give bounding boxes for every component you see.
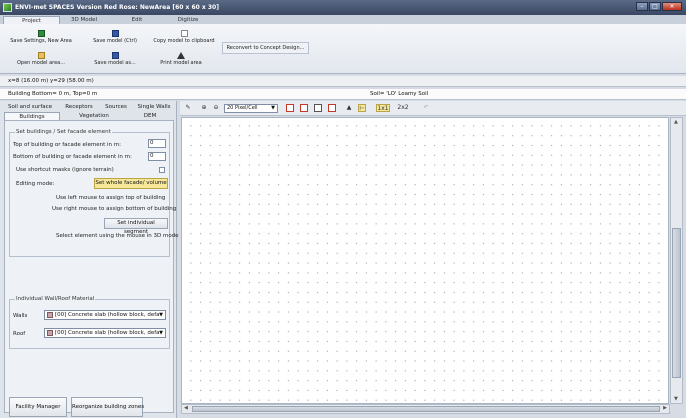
chevron-down-icon: ▼	[271, 105, 275, 111]
walls-label: Walls	[13, 313, 28, 319]
model-canvas[interactable]	[181, 117, 669, 404]
set-segment-button[interactable]: Set individual segment	[104, 218, 168, 235]
folder-icon	[37, 52, 45, 59]
select-area-icon[interactable]	[314, 104, 322, 112]
pick-icon[interactable]: ✎	[184, 104, 192, 112]
scroll-right-icon[interactable]: ▶	[663, 405, 667, 411]
editing-mode-label: Editing mode:	[16, 181, 55, 187]
horizontal-scrollbar[interactable]: ◀ ▶	[181, 404, 670, 414]
set-buildings-group: Set buildings / Set facade element Top o…	[9, 129, 179, 257]
tab-soil-surface[interactable]: Soil and surface	[6, 103, 54, 111]
open-model-button[interactable]: Open model area...	[12, 52, 70, 66]
left-panel: Soil and surface Receptors Sources Singl…	[0, 101, 179, 418]
save-model-button[interactable]: Save model (Ctrl)	[88, 30, 142, 44]
tab-digitize[interactable]: Digitize	[168, 16, 208, 24]
building-info: Building Bottom= 0 m, Top=0 m	[8, 91, 98, 97]
main-tabs: Project 3D Model Edit Digitize	[0, 15, 686, 24]
set-buildings-title: Set buildings / Set facade element	[15, 129, 112, 135]
tab-dem[interactable]: DEM	[128, 112, 172, 120]
scroll-up-icon[interactable]: ▲	[674, 119, 678, 125]
editing-mode-button[interactable]: Set whole facade/ volume	[94, 178, 168, 189]
ribbon: Save Settings, New Area Open model area.…	[0, 24, 686, 74]
pointer-icon[interactable]: ▲	[345, 104, 353, 112]
tab-sources[interactable]: Sources	[100, 103, 132, 111]
tab-project[interactable]: Project	[3, 16, 60, 24]
save-as-icon	[111, 52, 119, 59]
delete-area-icon[interactable]	[328, 104, 336, 112]
horizontal-scroll-thumb[interactable]	[192, 406, 660, 412]
left-mouse-hint: Use left mouse to assign top of building	[56, 195, 166, 201]
undo-icon[interactable]: ↶	[422, 104, 430, 112]
scroll-left-icon[interactable]: ◀	[184, 405, 188, 411]
zoom-in-icon[interactable]: ⊕	[200, 104, 208, 112]
tab-single-walls[interactable]: Single Walls	[134, 103, 174, 111]
soil-info: Soil= 'LO' Loamy Soil	[370, 91, 429, 97]
copy-icon	[180, 30, 188, 37]
align-icon[interactable]: ⊢	[358, 104, 366, 112]
grid-1x1-button[interactable]: 1x1	[376, 104, 390, 112]
vertical-scroll-thumb[interactable]	[672, 228, 681, 378]
right-mouse-hint: Use right mouse to assign bottom of buil…	[52, 206, 177, 212]
save-model-as-button[interactable]: Save model as...	[88, 52, 142, 66]
copy-model-button[interactable]: Copy model to clipboard	[150, 30, 218, 44]
print-model-button[interactable]: Print model area	[150, 52, 212, 66]
shortcut-label: Use shortcut masks (ignore terrain)	[16, 167, 114, 173]
maximize-button[interactable]: □	[649, 2, 661, 11]
vertical-scrollbar[interactable]: ▲ ▼	[670, 117, 683, 404]
minimize-button[interactable]: –	[636, 2, 648, 11]
chevron-down-icon: ▼	[159, 312, 163, 318]
select-element-hint: Select element using the mouse in 3D mod…	[56, 233, 179, 239]
zoom-select[interactable]: 20 Pixel/Cell ▼	[224, 104, 278, 113]
top-input[interactable]: 0	[148, 139, 166, 148]
tab-3d-model[interactable]: 3D Model	[62, 16, 106, 24]
save-icon	[111, 30, 119, 37]
chevron-down-icon: ▼	[159, 330, 163, 336]
info-bar: Building Bottom= 0 m, Top=0 m Soil= 'LO'…	[0, 89, 686, 100]
buildings-panel: Set buildings / Set facade element Top o…	[4, 120, 179, 417]
scroll-down-icon[interactable]: ▼	[674, 396, 678, 402]
walls-material-select[interactable]: [00] Concrete slab (hollow block, defa ▼	[44, 310, 166, 320]
facility-manager-button[interactable]: Facility Manager	[9, 397, 67, 417]
zoom-out-icon[interactable]: ⊖	[212, 104, 220, 112]
app-icon	[3, 3, 12, 12]
coordinate-readout: x=8 (16.00 m) y=29 (58.00 m)	[0, 76, 686, 87]
materials-title: Individual Wall/Roof Material	[15, 296, 96, 302]
draw-line-icon[interactable]	[300, 104, 308, 112]
canvas-toolbar: ✎ ⊕ ⊖ 20 Pixel/Cell ▼ ▲ ⊢ 1x1 2x2 ↶	[180, 101, 686, 116]
tab-edit[interactable]: Edit	[118, 16, 156, 24]
roof-label: Roof	[13, 331, 26, 337]
shortcut-checkbox[interactable]	[159, 167, 165, 173]
tab-vegetation[interactable]: Vegetation	[64, 112, 124, 120]
material-swatch-icon	[47, 330, 53, 336]
reconvert-button[interactable]: Reconvert to Concept Design...	[222, 42, 309, 54]
title-bar: ENVI-met SPACES Version Red Rose: NewAre…	[0, 0, 686, 15]
save-settings-button[interactable]: Save Settings, New Area	[8, 30, 74, 44]
top-label: Top of building or facade element in m:	[13, 142, 121, 148]
roof-material-select[interactable]: [00] Concrete slab (hollow block, defa ▼	[44, 328, 166, 338]
tab-buildings[interactable]: Buildings	[4, 112, 60, 120]
window-title: ENVI-met SPACES Version Red Rose: NewAre…	[15, 4, 219, 11]
grid-2x2-button[interactable]: 2x2	[396, 104, 410, 112]
print-icon	[177, 52, 185, 59]
materials-group: Individual Wall/Roof Material Walls [00]…	[9, 296, 170, 349]
material-swatch-icon	[47, 312, 53, 318]
reorganize-zones-button[interactable]: Reorganize building zones	[71, 397, 144, 417]
tab-receptors[interactable]: Receptors	[60, 103, 98, 111]
close-button[interactable]: ✕	[662, 2, 682, 11]
new-area-icon	[37, 30, 45, 37]
draw-rect-icon[interactable]	[286, 104, 294, 112]
bottom-input[interactable]: 0	[148, 152, 166, 161]
bottom-label: Bottom of building or facade element in …	[13, 154, 132, 160]
